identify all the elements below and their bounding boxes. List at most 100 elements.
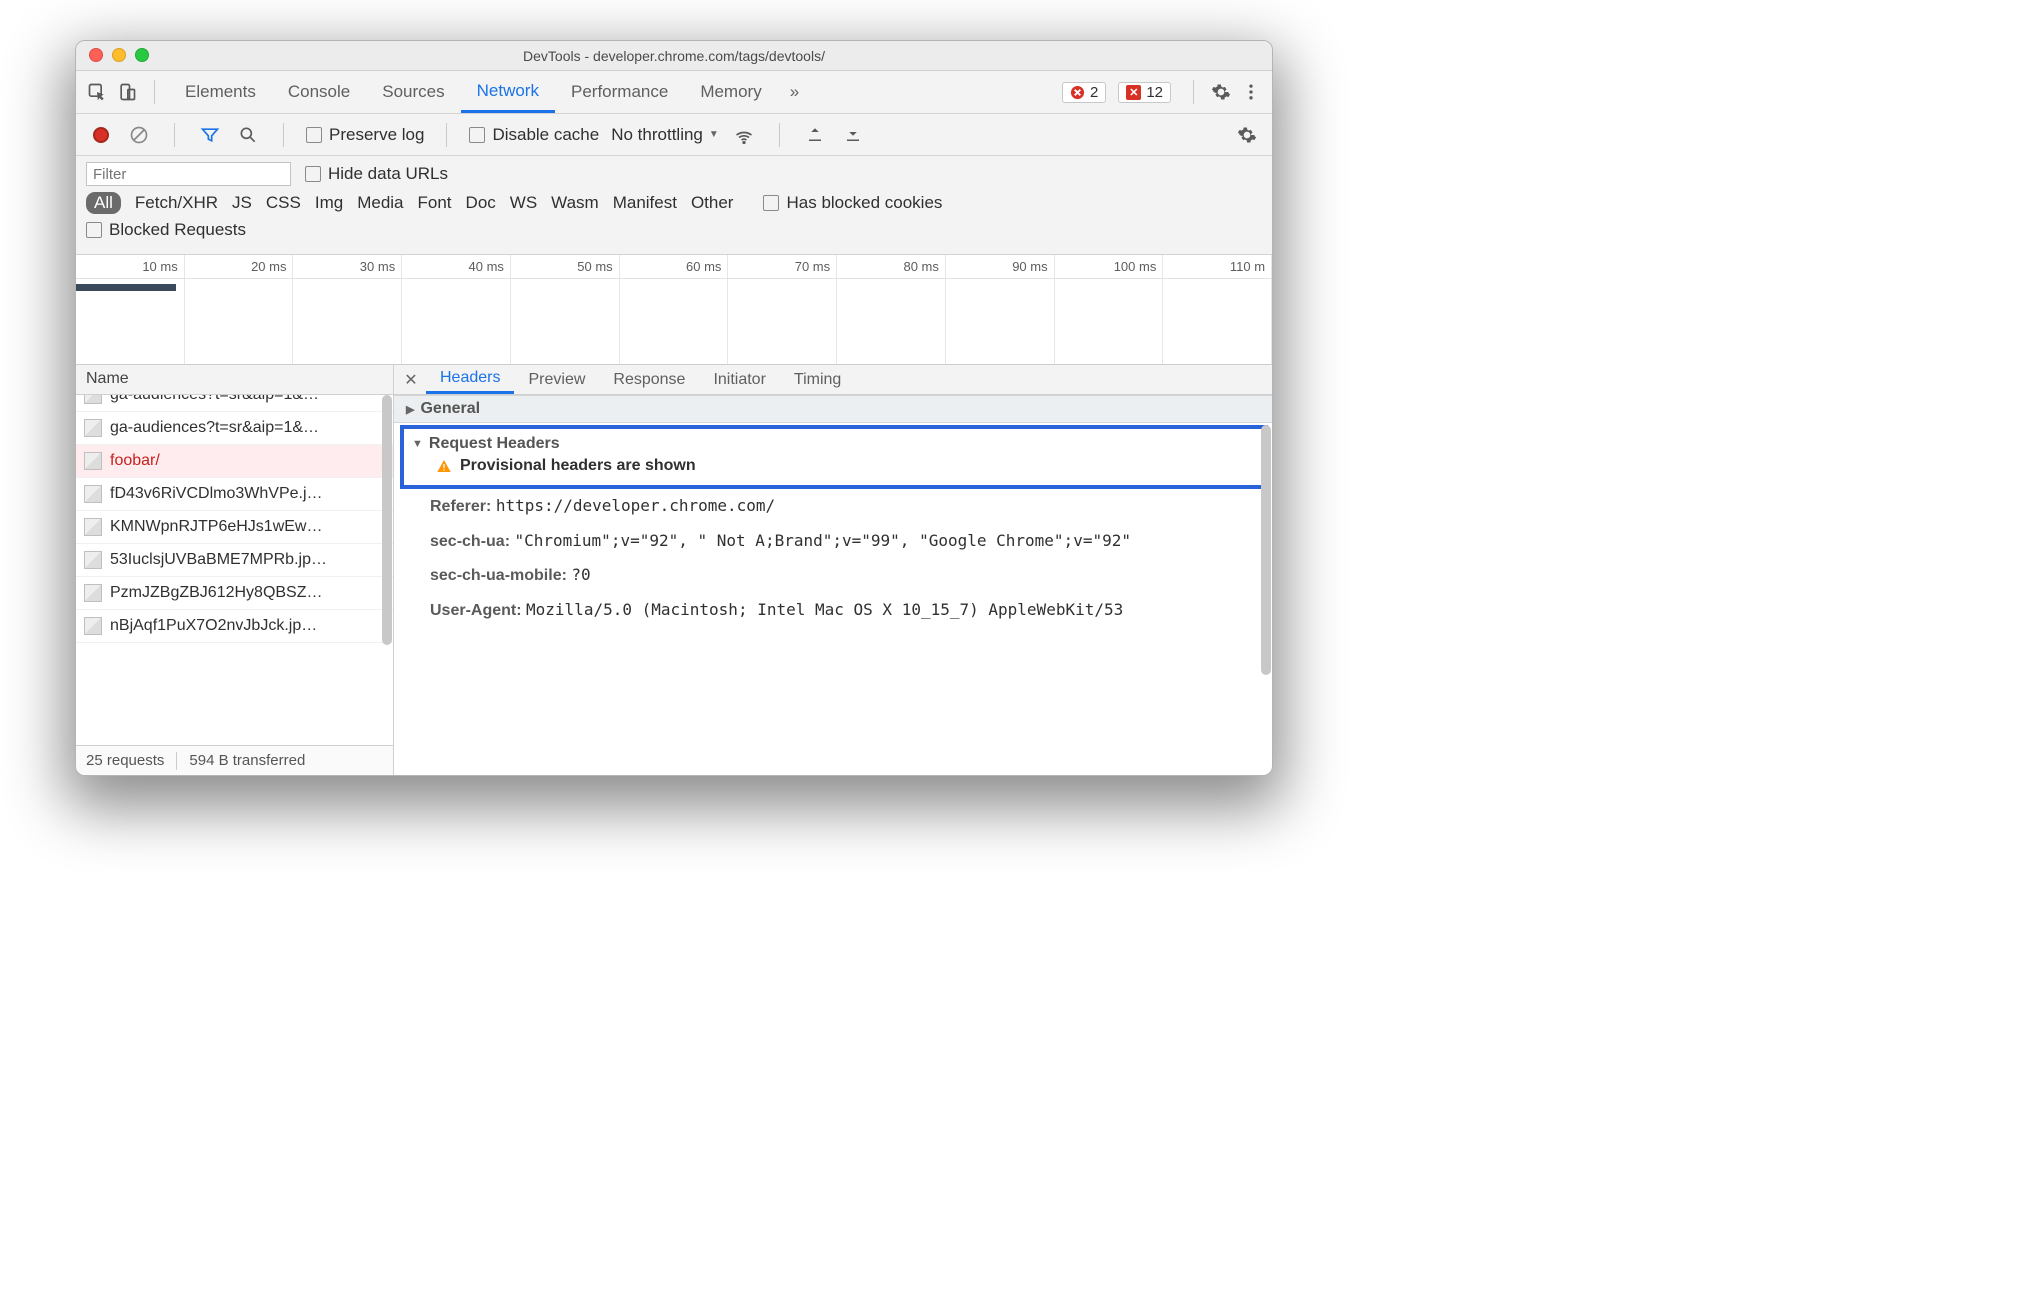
header-entry: User-Agent: Mozilla/5.0 (Macintosh; Inte… xyxy=(394,593,1272,628)
detail-tab-timing[interactable]: Timing xyxy=(780,365,855,394)
filter-type-img[interactable]: Img xyxy=(315,193,343,213)
import-har-icon[interactable] xyxy=(802,122,828,148)
filter-type-fetchxhr[interactable]: Fetch/XHR xyxy=(135,193,218,213)
preserve-log-checkbox[interactable]: Preserve log xyxy=(306,125,424,145)
request-name: PzmJZBgZBJ612Hy8QBSZ… xyxy=(110,584,323,602)
main-tabs: ElementsConsoleSourcesNetworkPerformance… xyxy=(169,71,778,113)
filter-type-js[interactable]: JS xyxy=(232,193,252,213)
detail-tab-response[interactable]: Response xyxy=(599,365,699,394)
hide-data-urls-checkbox[interactable]: Hide data URLs xyxy=(305,164,448,184)
header-entry: Referer: https://developer.chrome.com/ xyxy=(394,489,1272,524)
timeline-tick: 50 ms xyxy=(511,255,620,278)
timeline-tick: 100 ms xyxy=(1055,255,1164,278)
network-settings-icon[interactable] xyxy=(1234,122,1260,148)
tab-elements[interactable]: Elements xyxy=(169,71,272,113)
search-icon[interactable] xyxy=(235,122,261,148)
file-icon xyxy=(84,551,102,569)
separator xyxy=(779,123,780,147)
inspect-icon[interactable] xyxy=(84,79,110,105)
tab-performance[interactable]: Performance xyxy=(555,71,684,113)
tab-network[interactable]: Network xyxy=(461,71,555,113)
filter-type-manifest[interactable]: Manifest xyxy=(613,193,677,213)
separator xyxy=(283,123,284,147)
timeline-overview-bar xyxy=(76,284,176,291)
detail-body: ▶ General ▼ Request Headers Provisional … xyxy=(394,395,1272,775)
timeline-tick: 90 ms xyxy=(946,255,1055,278)
request-row[interactable]: ga-audiences?t=sr&aip=1&… xyxy=(76,412,393,445)
network-conditions-icon[interactable] xyxy=(731,122,757,148)
filter-type-all[interactable]: All xyxy=(86,192,121,214)
name-column-header[interactable]: Name xyxy=(76,365,393,395)
tab-memory[interactable]: Memory xyxy=(684,71,777,113)
window-title: DevTools - developer.chrome.com/tags/dev… xyxy=(76,48,1272,64)
request-headers-section[interactable]: Request Headers xyxy=(429,435,560,453)
detail-tab-preview[interactable]: Preview xyxy=(514,365,599,394)
request-list-pane: Name ga-audiences?t=sr&aip=1&… ga-audienc… xyxy=(76,365,394,775)
filter-type-media[interactable]: Media xyxy=(357,193,403,213)
filter-type-doc[interactable]: Doc xyxy=(466,193,496,213)
network-timeline[interactable]: 10 ms20 ms30 ms40 ms50 ms60 ms70 ms80 ms… xyxy=(76,255,1272,365)
request-name: ga-audiences?t=sr&aip=1&… xyxy=(110,419,319,437)
timeline-tick: 80 ms xyxy=(837,255,946,278)
request-name: fD43v6RiVCDlmo3WhVPe.j… xyxy=(110,485,323,503)
detail-tab-bar: ✕ HeadersPreviewResponseInitiatorTiming xyxy=(394,365,1272,395)
file-icon xyxy=(84,518,102,536)
network-toolbar: Preserve log Disable cache No throttling… xyxy=(76,114,1272,156)
chevron-down-icon: ▼ xyxy=(709,129,719,140)
request-row[interactable]: 53IuclsjUVBaBME7MPRb.jp… xyxy=(76,544,393,577)
settings-icon[interactable] xyxy=(1208,79,1234,105)
file-icon xyxy=(84,419,102,437)
detail-tab-headers[interactable]: Headers xyxy=(426,365,514,394)
blocked-requests-checkbox[interactable]: Blocked Requests xyxy=(86,220,246,240)
arrow-down-icon: ▼ xyxy=(412,438,423,450)
device-toolbar-icon[interactable] xyxy=(114,79,140,105)
request-row[interactable]: PzmJZBgZBJ612Hy8QBSZ… xyxy=(76,577,393,610)
file-icon xyxy=(84,617,102,635)
request-detail-pane: ✕ HeadersPreviewResponseInitiatorTiming … xyxy=(394,365,1272,775)
network-split-view: Name ga-audiences?t=sr&aip=1&… ga-audienc… xyxy=(76,365,1272,775)
request-row[interactable]: nBjAqf1PuX7O2nvJbJck.jp… xyxy=(76,610,393,643)
filter-type-font[interactable]: Font xyxy=(418,193,452,213)
request-row[interactable]: KMNWpnRJTP6eHJs1wEw… xyxy=(76,511,393,544)
filter-input[interactable] xyxy=(86,162,291,186)
more-tabs-button[interactable]: » xyxy=(782,71,807,113)
request-name: nBjAqf1PuX7O2nvJbJck.jp… xyxy=(110,617,317,635)
filter-icon[interactable] xyxy=(197,122,223,148)
filter-type-ws[interactable]: WS xyxy=(510,193,537,213)
file-icon xyxy=(84,485,102,503)
request-row[interactable]: ga-audiences?t=sr&aip=1&… xyxy=(76,395,393,412)
kebab-menu-icon[interactable] xyxy=(1238,79,1264,105)
timeline-tick: 10 ms xyxy=(76,255,185,278)
arrow-right-icon: ▶ xyxy=(406,403,414,416)
disable-cache-checkbox[interactable]: Disable cache xyxy=(469,125,599,145)
request-row[interactable]: fD43v6RiVCDlmo3WhVPe.j… xyxy=(76,478,393,511)
timeline-tick: 110 m xyxy=(1163,255,1272,278)
errors-badge[interactable]: 2 xyxy=(1062,82,1106,103)
issues-badge[interactable]: ✕ 12 xyxy=(1118,82,1171,103)
separator xyxy=(1193,80,1194,104)
mac-titlebar: DevTools - developer.chrome.com/tags/dev… xyxy=(76,41,1272,71)
filter-type-wasm[interactable]: Wasm xyxy=(551,193,599,213)
tab-console[interactable]: Console xyxy=(272,71,366,113)
request-row[interactable]: foobar/ xyxy=(76,445,393,478)
timeline-tick: 30 ms xyxy=(293,255,402,278)
network-status-bar: 25 requests 594 B transferred xyxy=(76,745,393,775)
filter-type-other[interactable]: Other xyxy=(691,193,734,213)
filter-type-css[interactable]: CSS xyxy=(266,193,301,213)
scrollbar[interactable] xyxy=(382,395,392,645)
main-tab-bar: ElementsConsoleSourcesNetworkPerformance… xyxy=(76,71,1272,114)
tab-sources[interactable]: Sources xyxy=(366,71,460,113)
request-name: 53IuclsjUVBaBME7MPRb.jp… xyxy=(110,551,327,569)
general-section[interactable]: ▶ General xyxy=(394,395,1272,423)
request-headers-highlight: ▼ Request Headers Provisional headers ar… xyxy=(400,425,1268,489)
clear-icon[interactable] xyxy=(126,122,152,148)
throttling-select[interactable]: No throttling ▼ xyxy=(611,125,719,145)
has-blocked-cookies-checkbox[interactable]: Has blocked cookies xyxy=(763,193,942,213)
request-name: ga-audiences?t=sr&aip=1&… xyxy=(110,395,319,404)
detail-tab-initiator[interactable]: Initiator xyxy=(699,365,779,394)
issues-count: 12 xyxy=(1146,84,1163,101)
export-har-icon[interactable] xyxy=(840,122,866,148)
scrollbar[interactable] xyxy=(1261,425,1271,675)
record-button[interactable] xyxy=(88,122,114,148)
close-detail-icon[interactable]: ✕ xyxy=(400,369,422,391)
